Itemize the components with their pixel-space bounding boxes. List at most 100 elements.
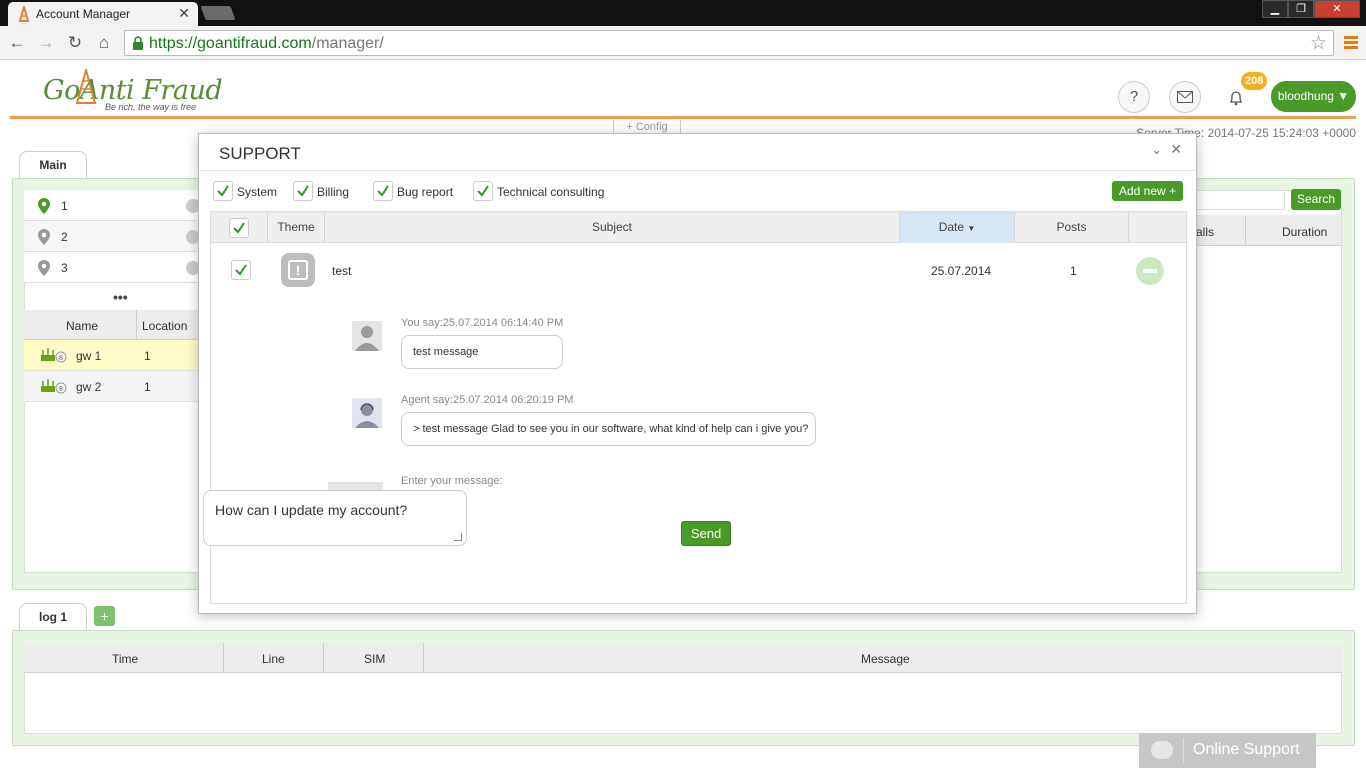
- tab-log-1[interactable]: log 1: [19, 603, 87, 630]
- ticket-date: 25.07.2014: [931, 264, 992, 278]
- gateway-location: 1: [144, 349, 151, 363]
- ticket-grid-header: Theme Subject Date ▼ Posts: [211, 212, 1186, 243]
- ticket-posts: 1: [1070, 264, 1077, 278]
- close-icon[interactable]: ✕: [1170, 141, 1182, 158]
- agent-avatar: [352, 398, 382, 428]
- location-item[interactable]: 3: [24, 252, 204, 283]
- collapse-icon[interactable]: ⌄: [1151, 142, 1162, 158]
- config-tab[interactable]: + Config: [613, 120, 681, 134]
- ticket-subject: test: [332, 264, 352, 278]
- svg-text:8: 8: [59, 386, 63, 393]
- browser-menu-icon[interactable]: [1344, 36, 1358, 50]
- more-locations-button[interactable]: •••: [113, 289, 128, 305]
- online-support-button[interactable]: Online Support: [1139, 733, 1316, 768]
- logo-tagline: Be rich, the way is free: [105, 102, 197, 112]
- column-header-line[interactable]: Line: [262, 652, 285, 666]
- gateway-name: gw 2: [76, 380, 102, 394]
- online-support-label: Online Support: [1193, 741, 1300, 758]
- add-new-ticket-button[interactable]: Add new +: [1112, 181, 1183, 201]
- dialog-title: SUPPORT: [219, 144, 301, 163]
- tab-close-icon[interactable]: ✕: [178, 5, 190, 22]
- select-all-checkbox[interactable]: [229, 218, 249, 238]
- send-button[interactable]: Send: [681, 521, 731, 546]
- bookmark-star-icon[interactable]: ☆: [1310, 32, 1327, 55]
- location-label: 1: [61, 199, 68, 213]
- map-pin-icon: [38, 229, 50, 245]
- column-header-date[interactable]: Date ▼: [900, 212, 1015, 243]
- new-tab-button[interactable]: [200, 6, 236, 20]
- column-header-theme[interactable]: Theme: [268, 212, 325, 243]
- back-icon[interactable]: ←: [7, 33, 27, 53]
- column-header-time[interactable]: Time: [112, 652, 138, 666]
- table-row[interactable]: 8 gw 1 1: [24, 340, 204, 371]
- column-header-duration[interactable]: Duration: [1282, 225, 1327, 239]
- column-header-sim[interactable]: SIM: [364, 652, 385, 666]
- search-button[interactable]: Search: [1291, 189, 1341, 210]
- browser-tab[interactable]: Account Manager ✕: [8, 2, 198, 26]
- help-button[interactable]: ?: [1118, 81, 1150, 113]
- resize-handle-icon[interactable]: [454, 533, 462, 541]
- gateway-grid-header: Name Location: [24, 310, 204, 340]
- row-checkbox[interactable]: [231, 260, 251, 280]
- location-label: 3: [61, 261, 68, 275]
- bell-icon: [1229, 91, 1243, 106]
- map-pin-icon: [38, 260, 50, 276]
- notification-count-badge: 208: [1241, 72, 1268, 90]
- user-avatar: [352, 321, 382, 351]
- location-item[interactable]: 2: [24, 221, 204, 252]
- address-bar[interactable]: https://goantifraud.com/manager/ ☆: [124, 30, 1334, 56]
- lock-icon: [133, 36, 143, 50]
- column-header-message[interactable]: Message: [861, 652, 910, 666]
- message-meta: You say:25.07.2014 06:14:40 PM: [401, 317, 564, 329]
- tab-main[interactable]: Main: [19, 151, 87, 178]
- reload-icon[interactable]: ↻: [65, 33, 85, 53]
- message-meta: Agent say:25.07.2014 06:20:19 PM: [401, 394, 574, 406]
- oil-rig-icon: [75, 69, 97, 104]
- header-divider: [10, 116, 1356, 119]
- checkbox[interactable]: [213, 181, 233, 201]
- gateway-grid: Name Location 8 gw 1 1 8 gw 2 1: [24, 310, 204, 402]
- gateway-location: 1: [144, 380, 151, 394]
- home-icon[interactable]: ⌂: [94, 33, 114, 53]
- map-pin-icon: [38, 198, 50, 214]
- select-all-column: [211, 212, 268, 243]
- mail-icon: [1177, 91, 1193, 103]
- remove-ticket-icon[interactable]: [1136, 257, 1164, 285]
- browser-toolbar: ← → ↻ ⌂ https://goantifraud.com/manager/…: [0, 26, 1366, 60]
- minimize-icon[interactable]: ▁: [1262, 0, 1288, 18]
- ticket-row[interactable]: ! test 25.07.2014 1: [211, 243, 1186, 298]
- checkbox[interactable]: [373, 181, 393, 201]
- column-header-subject[interactable]: Subject: [325, 212, 900, 243]
- gateway-icon: 8: [41, 379, 67, 394]
- message-bubble: test message: [401, 335, 563, 369]
- location-label: 2: [61, 230, 68, 244]
- column-header-calls[interactable]: alls: [1196, 225, 1214, 239]
- alert-icon: !: [281, 253, 315, 287]
- add-log-tab-button[interactable]: +: [94, 606, 115, 626]
- tab-title: Account Manager: [36, 7, 131, 21]
- column-header-name[interactable]: Name: [66, 319, 98, 333]
- location-item[interactable]: 1: [24, 190, 204, 221]
- gateway-name: gw 1: [76, 349, 102, 363]
- location-list: 1 2 3: [24, 190, 204, 286]
- forward-icon[interactable]: →: [36, 33, 56, 53]
- log-grid-header: Time Line SIM Message: [24, 643, 1342, 673]
- message-bubble: > test message Glad to see you in our so…: [401, 412, 816, 446]
- mail-button[interactable]: [1169, 81, 1201, 113]
- enter-message-label: Enter your message:: [401, 475, 503, 487]
- column-header-posts[interactable]: Posts: [1015, 212, 1129, 243]
- browser-titlebar: Account Manager ✕ ▁ ❐ ✕: [0, 0, 1366, 26]
- column-header-location[interactable]: Location: [142, 319, 187, 333]
- sort-desc-icon: ▼: [967, 224, 976, 233]
- window-controls: ▁ ❐ ✕: [1262, 0, 1360, 18]
- user-menu-button[interactable]: bloodhung ▼: [1271, 81, 1356, 112]
- checkbox[interactable]: [293, 181, 313, 201]
- chat-icon: [1151, 741, 1173, 759]
- svg-text:8: 8: [59, 355, 63, 362]
- message-input[interactable]: How can I update my account?: [203, 490, 467, 546]
- maximize-icon[interactable]: ❐: [1288, 0, 1314, 18]
- table-row[interactable]: 8 gw 2 1: [24, 371, 204, 402]
- checkbox[interactable]: [473, 181, 493, 201]
- search-input[interactable]: [1190, 190, 1285, 210]
- window-close-icon[interactable]: ✕: [1314, 0, 1360, 18]
